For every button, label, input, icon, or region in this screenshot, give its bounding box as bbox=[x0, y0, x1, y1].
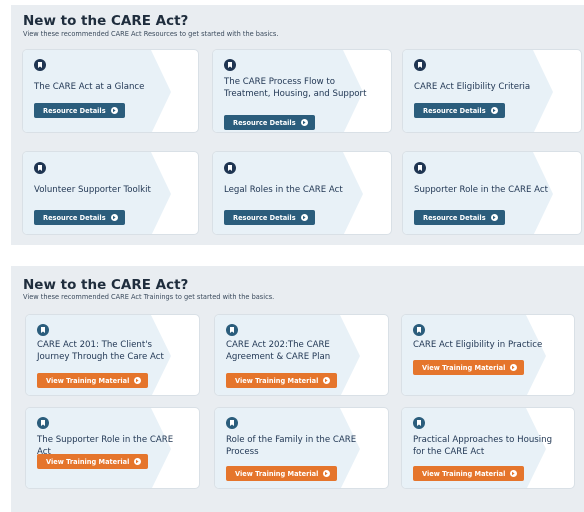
arrow-right-icon bbox=[300, 119, 308, 126]
bookmark-icon bbox=[413, 324, 425, 336]
card-title: Role of the Family in the CARE Process bbox=[226, 435, 357, 457]
card-title: The CARE Act at a Glance bbox=[34, 82, 145, 92]
training-card[interactable]: CARE Act 202:The CARE Agreement & CARE P… bbox=[214, 314, 389, 396]
arrow-right-icon bbox=[490, 107, 498, 114]
arrow-right-icon bbox=[134, 377, 142, 384]
view-training-material-button[interactable]: View Training Material bbox=[226, 373, 338, 388]
training-card[interactable]: CARE Act Eligibility in Practice View Tr… bbox=[401, 314, 575, 396]
button-label: View Training Material bbox=[235, 469, 319, 478]
bookmark-icon bbox=[226, 417, 238, 429]
bookmark-icon bbox=[224, 59, 236, 71]
view-training-material-button[interactable]: View Training Material bbox=[37, 454, 149, 469]
resources-title: New to the CARE Act? bbox=[23, 13, 189, 29]
arrow-right-icon bbox=[510, 364, 518, 371]
view-training-material-button[interactable]: View Training Material bbox=[226, 466, 338, 481]
arrow-right-icon bbox=[110, 214, 118, 221]
training-card[interactable]: The Supporter Role in the CARE Act View … bbox=[25, 407, 200, 489]
arrow-right-icon bbox=[110, 107, 118, 114]
resource-card[interactable]: The CARE Process Flow to Treatment, Hous… bbox=[212, 49, 392, 133]
bookmark-icon bbox=[414, 162, 426, 174]
arrow-right-icon bbox=[323, 377, 331, 384]
view-training-material-button[interactable]: View Training Material bbox=[413, 466, 525, 481]
card-title: CARE Act 201: The Client's Journey Throu… bbox=[37, 340, 164, 362]
card-title: The CARE Process Flow to Treatment, Hous… bbox=[224, 77, 367, 99]
arrow-right-icon bbox=[323, 470, 331, 477]
resources-panel: New to the CARE Act? View these recommen… bbox=[11, 5, 584, 245]
resource-details-button[interactable]: Resource Details bbox=[34, 103, 125, 118]
resource-details-button[interactable]: Resource Details bbox=[224, 210, 315, 225]
bookmark-icon bbox=[37, 417, 49, 429]
resource-card[interactable]: Supporter Role in the CARE Act Resource … bbox=[402, 151, 582, 235]
button-label: View Training Material bbox=[422, 469, 506, 478]
view-training-material-button[interactable]: View Training Material bbox=[37, 373, 149, 388]
button-label: Resource Details bbox=[233, 213, 296, 222]
arrow-right-icon bbox=[490, 214, 498, 221]
trainings-title: New to the CARE Act? bbox=[23, 277, 189, 293]
card-title: CARE Act Eligibility in Practice bbox=[413, 340, 543, 350]
resource-details-button[interactable]: Resource Details bbox=[224, 115, 315, 130]
bookmark-icon bbox=[414, 59, 426, 71]
button-label: Resource Details bbox=[43, 106, 106, 115]
card-title: Volunteer Supporter Toolkit bbox=[34, 185, 151, 195]
bookmark-icon bbox=[34, 162, 46, 174]
resource-card[interactable]: The CARE Act at a Glance Resource Detail… bbox=[22, 49, 199, 133]
training-card[interactable]: CARE Act 201: The Client's Journey Throu… bbox=[25, 314, 200, 396]
arrow-right-icon bbox=[134, 458, 142, 465]
button-label: View Training Material bbox=[46, 376, 130, 385]
resource-details-button[interactable]: Resource Details bbox=[414, 103, 505, 118]
resource-details-button[interactable]: Resource Details bbox=[34, 210, 125, 225]
button-label: View Training Material bbox=[46, 457, 130, 466]
button-label: Resource Details bbox=[423, 106, 486, 115]
training-card[interactable]: Practical Approaches to Housing for the … bbox=[401, 407, 575, 489]
view-training-material-button[interactable]: View Training Material bbox=[413, 360, 525, 375]
card-title: Legal Roles in the CARE Act bbox=[224, 185, 343, 195]
card-title: Practical Approaches to Housing for the … bbox=[413, 435, 553, 457]
card-title: CARE Act 202:The CARE Agreement & CARE P… bbox=[226, 340, 331, 362]
training-card[interactable]: Role of the Family in the CARE Process V… bbox=[214, 407, 389, 489]
button-label: Resource Details bbox=[233, 118, 296, 127]
arrow-right-icon bbox=[510, 470, 518, 477]
bookmark-icon bbox=[224, 162, 236, 174]
resource-details-button[interactable]: Resource Details bbox=[414, 210, 505, 225]
button-label: View Training Material bbox=[235, 376, 319, 385]
button-label: View Training Material bbox=[422, 363, 506, 372]
resource-card[interactable]: CARE Act Eligibility Criteria Resource D… bbox=[402, 49, 582, 133]
trainings-subtitle: View these recommended CARE Act Training… bbox=[23, 293, 275, 301]
button-label: Resource Details bbox=[423, 213, 486, 222]
bookmark-icon bbox=[37, 324, 49, 336]
arrow-right-icon bbox=[300, 214, 308, 221]
card-title: Supporter Role in the CARE Act bbox=[414, 185, 549, 195]
bookmark-icon bbox=[413, 417, 425, 429]
bookmark-icon bbox=[34, 59, 46, 71]
bookmark-icon bbox=[226, 324, 238, 336]
card-title: CARE Act Eligibility Criteria bbox=[414, 82, 531, 92]
trainings-panel: New to the CARE Act? View these recommen… bbox=[11, 266, 584, 512]
resource-card[interactable]: Volunteer Supporter Toolkit Resource Det… bbox=[22, 151, 199, 235]
button-label: Resource Details bbox=[43, 213, 106, 222]
resource-card[interactable]: Legal Roles in the CARE Act Resource Det… bbox=[212, 151, 392, 235]
resources-subtitle: View these recommended CARE Act Resource… bbox=[23, 30, 279, 38]
